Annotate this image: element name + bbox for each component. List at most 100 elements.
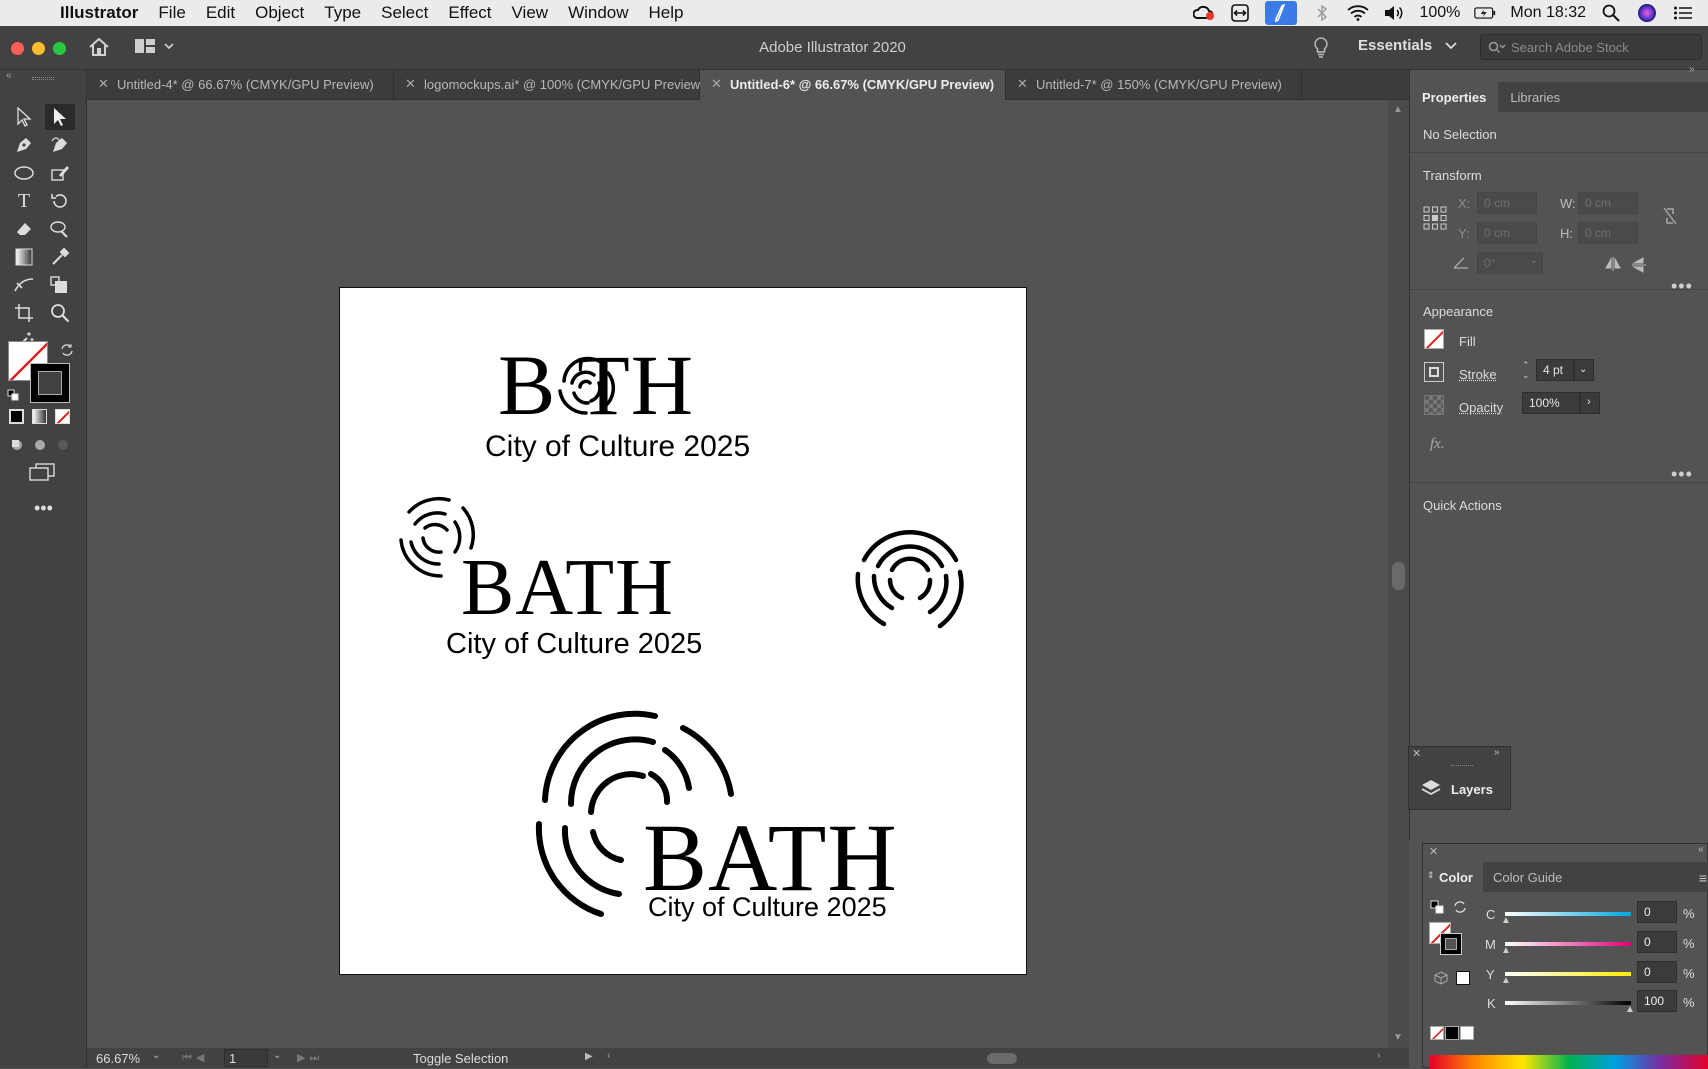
black-quick-swatch[interactable] — [1445, 1026, 1459, 1040]
black-slider[interactable] — [1505, 1001, 1631, 1005]
battery-icon[interactable] — [1474, 4, 1496, 22]
panel-grip[interactable] — [1451, 765, 1473, 766]
collapse-dock-icon[interactable]: » — [1689, 64, 1695, 75]
close-tab-icon[interactable]: ✕ — [711, 76, 722, 92]
tab-untitled-6[interactable]: ✕ Untitled-6* @ 66.67% (CMYK/GPU Preview… — [700, 70, 1006, 100]
magenta-slider[interactable] — [1505, 942, 1631, 946]
color-spectrum-ramp[interactable] — [1430, 1055, 1708, 1069]
siri-icon[interactable] — [1636, 4, 1658, 22]
symbol-sprayer-tool-icon[interactable] — [45, 272, 75, 298]
pen-extension-icon[interactable] — [1265, 1, 1298, 25]
adobe-stock-search-input[interactable]: Search Adobe Stock — [1480, 34, 1702, 60]
vertical-scroll-thumb[interactable] — [1392, 562, 1405, 590]
zoom-tool-icon[interactable] — [45, 300, 75, 326]
shaper-tool-icon[interactable] — [45, 160, 75, 186]
pen-tool-icon[interactable] — [9, 132, 39, 158]
constrain-proportions-icon[interactable] — [1662, 206, 1678, 231]
zoom-dropdown-icon[interactable]: ⌄ — [152, 1050, 160, 1061]
swap-fill-stroke-icon[interactable] — [60, 343, 74, 362]
close-layers-panel-icon[interactable]: ✕ — [1412, 747, 1421, 760]
first-prev-artboard-icon[interactable]: ⏮◀ — [182, 1051, 208, 1065]
status-text[interactable]: Toggle Selection — [413, 1051, 508, 1066]
stroke-stepper-icon[interactable]: ⌃ ⌄ — [1522, 360, 1530, 380]
standalone-rings-mark[interactable] — [848, 514, 972, 634]
none-mode-button[interactable] — [55, 409, 70, 424]
close-tab-icon[interactable]: ✕ — [405, 76, 416, 92]
reference-point-icon[interactable] — [1423, 206, 1447, 235]
artboard-number-field[interactable]: 1 — [224, 1049, 268, 1067]
rotate-angle-field[interactable]: 0° ⌄ — [1477, 252, 1543, 274]
height-field[interactable]: 0 cm — [1578, 222, 1638, 244]
menu-app-name[interactable]: Illustrator — [50, 3, 148, 23]
magenta-value-field[interactable]: 0 — [1637, 931, 1677, 953]
yellow-slider-thumb[interactable]: ▲ — [1501, 975, 1511, 986]
menu-view[interactable]: View — [502, 3, 559, 23]
volume-icon[interactable] — [1383, 4, 1405, 22]
stroke-color-swatch[interactable] — [30, 363, 70, 403]
direct-selection-tool-icon[interactable] — [45, 104, 75, 130]
status-menu-arrow-icon[interactable]: ▶ — [585, 1051, 593, 1062]
type-tool-icon[interactable]: T — [9, 188, 39, 214]
color-mode-button[interactable] — [9, 409, 24, 424]
artboard[interactable]: B TH City of Culture 2025 BATH City of C… — [339, 287, 1027, 975]
fill-label[interactable]: Fill — [1459, 334, 1476, 349]
expand-layers-panel-icon[interactable]: » — [1494, 747, 1500, 758]
black-value-field[interactable]: 100 — [1637, 990, 1677, 1012]
panel-grip[interactable] — [32, 77, 54, 80]
default-fill-stroke-icon[interactable] — [7, 388, 19, 406]
tab-libraries[interactable]: Libraries — [1498, 82, 1572, 112]
artboard-tool-icon[interactable] — [9, 300, 39, 326]
next-last-artboard-icon[interactable]: ▶⏭ — [297, 1051, 323, 1065]
menu-file[interactable]: File — [148, 3, 195, 23]
bluetooth-icon[interactable] — [1311, 4, 1333, 22]
rotate-tool-icon[interactable] — [45, 188, 75, 214]
swap-colors-icon[interactable] — [1453, 900, 1467, 919]
tab-color-guide[interactable]: Color Guide — [1483, 862, 1572, 892]
opacity-label[interactable]: Opacity — [1459, 400, 1503, 415]
zoom-level[interactable]: 66.67% — [96, 1051, 140, 1066]
wifi-icon[interactable] — [1347, 4, 1370, 22]
workspace-switcher[interactable]: Essentials — [1358, 37, 1458, 54]
stroke-swatch[interactable] — [1424, 362, 1444, 382]
vertical-scrollbar[interactable]: ▲ ▼ — [1388, 100, 1409, 1048]
effects-fx-button[interactable]: fx. — [1430, 436, 1445, 453]
cyan-slider-thumb[interactable]: ▲ — [1501, 915, 1511, 926]
gradient-mode-button[interactable] — [32, 409, 47, 424]
warp-tool-icon[interactable] — [45, 216, 75, 242]
notification-center-icon[interactable] — [1672, 4, 1694, 22]
selection-tool-icon[interactable] — [9, 104, 39, 130]
fill-swatch[interactable] — [1424, 329, 1444, 349]
scroll-up-icon[interactable]: ▲ — [1393, 104, 1403, 115]
eraser-tool-icon[interactable] — [9, 216, 39, 242]
none-quick-swatch[interactable] — [1430, 1026, 1444, 1040]
tab-properties[interactable]: Properties — [1410, 82, 1499, 112]
color-panel-menu-icon[interactable]: ≡ — [1699, 862, 1708, 892]
menu-help[interactable]: Help — [639, 3, 694, 23]
tab-untitled-7[interactable]: ✕ Untitled-7* @ 150% (CMYK/GPU Preview) — [1006, 70, 1302, 100]
canvas-area[interactable]: B TH City of Culture 2025 BATH City of C… — [87, 100, 1409, 1048]
menu-window[interactable]: Window — [558, 3, 638, 23]
white-quick-swatch[interactable] — [1460, 1026, 1474, 1040]
cyan-value-field[interactable]: 0 — [1637, 901, 1677, 923]
spotlight-search-icon[interactable] — [1600, 4, 1622, 22]
out-of-gamut-cube-icon[interactable] — [1434, 971, 1448, 990]
ellipse-tool-icon[interactable] — [9, 160, 39, 186]
layers-label[interactable]: Layers — [1451, 782, 1493, 797]
scroll-left-icon[interactable]: ‹ — [607, 1050, 611, 1062]
y-field[interactable]: 0 cm — [1477, 222, 1537, 244]
lightbulb-icon[interactable] — [1313, 36, 1329, 63]
tab-untitled-4[interactable]: ✕ Untitled-4* @ 66.67% (CMYK/GPU Preview… — [87, 70, 394, 100]
menu-edit[interactable]: Edit — [196, 3, 245, 23]
yellow-slider[interactable] — [1505, 972, 1631, 976]
width-field[interactable]: 0 cm — [1578, 192, 1638, 214]
web-safe-color-swatch[interactable] — [1456, 971, 1470, 985]
transform-more-options-icon[interactable]: ••• — [1671, 276, 1693, 297]
stroke-weight-dropdown[interactable]: ⌄ — [1574, 359, 1594, 381]
flip-vertical-icon[interactable] — [1631, 256, 1647, 279]
scroll-right-icon[interactable]: › — [1377, 1050, 1381, 1062]
tab-logomockups[interactable]: ✕ logomockups.ai* @ 100% (CMYK/GPU Previ… — [394, 70, 705, 100]
yellow-value-field[interactable]: 0 — [1637, 961, 1677, 983]
menu-effect[interactable]: Effect — [438, 3, 501, 23]
menubar-clock[interactable]: Mon 18:32 — [1510, 4, 1586, 22]
flip-horizontal-icon[interactable] — [1604, 256, 1622, 277]
